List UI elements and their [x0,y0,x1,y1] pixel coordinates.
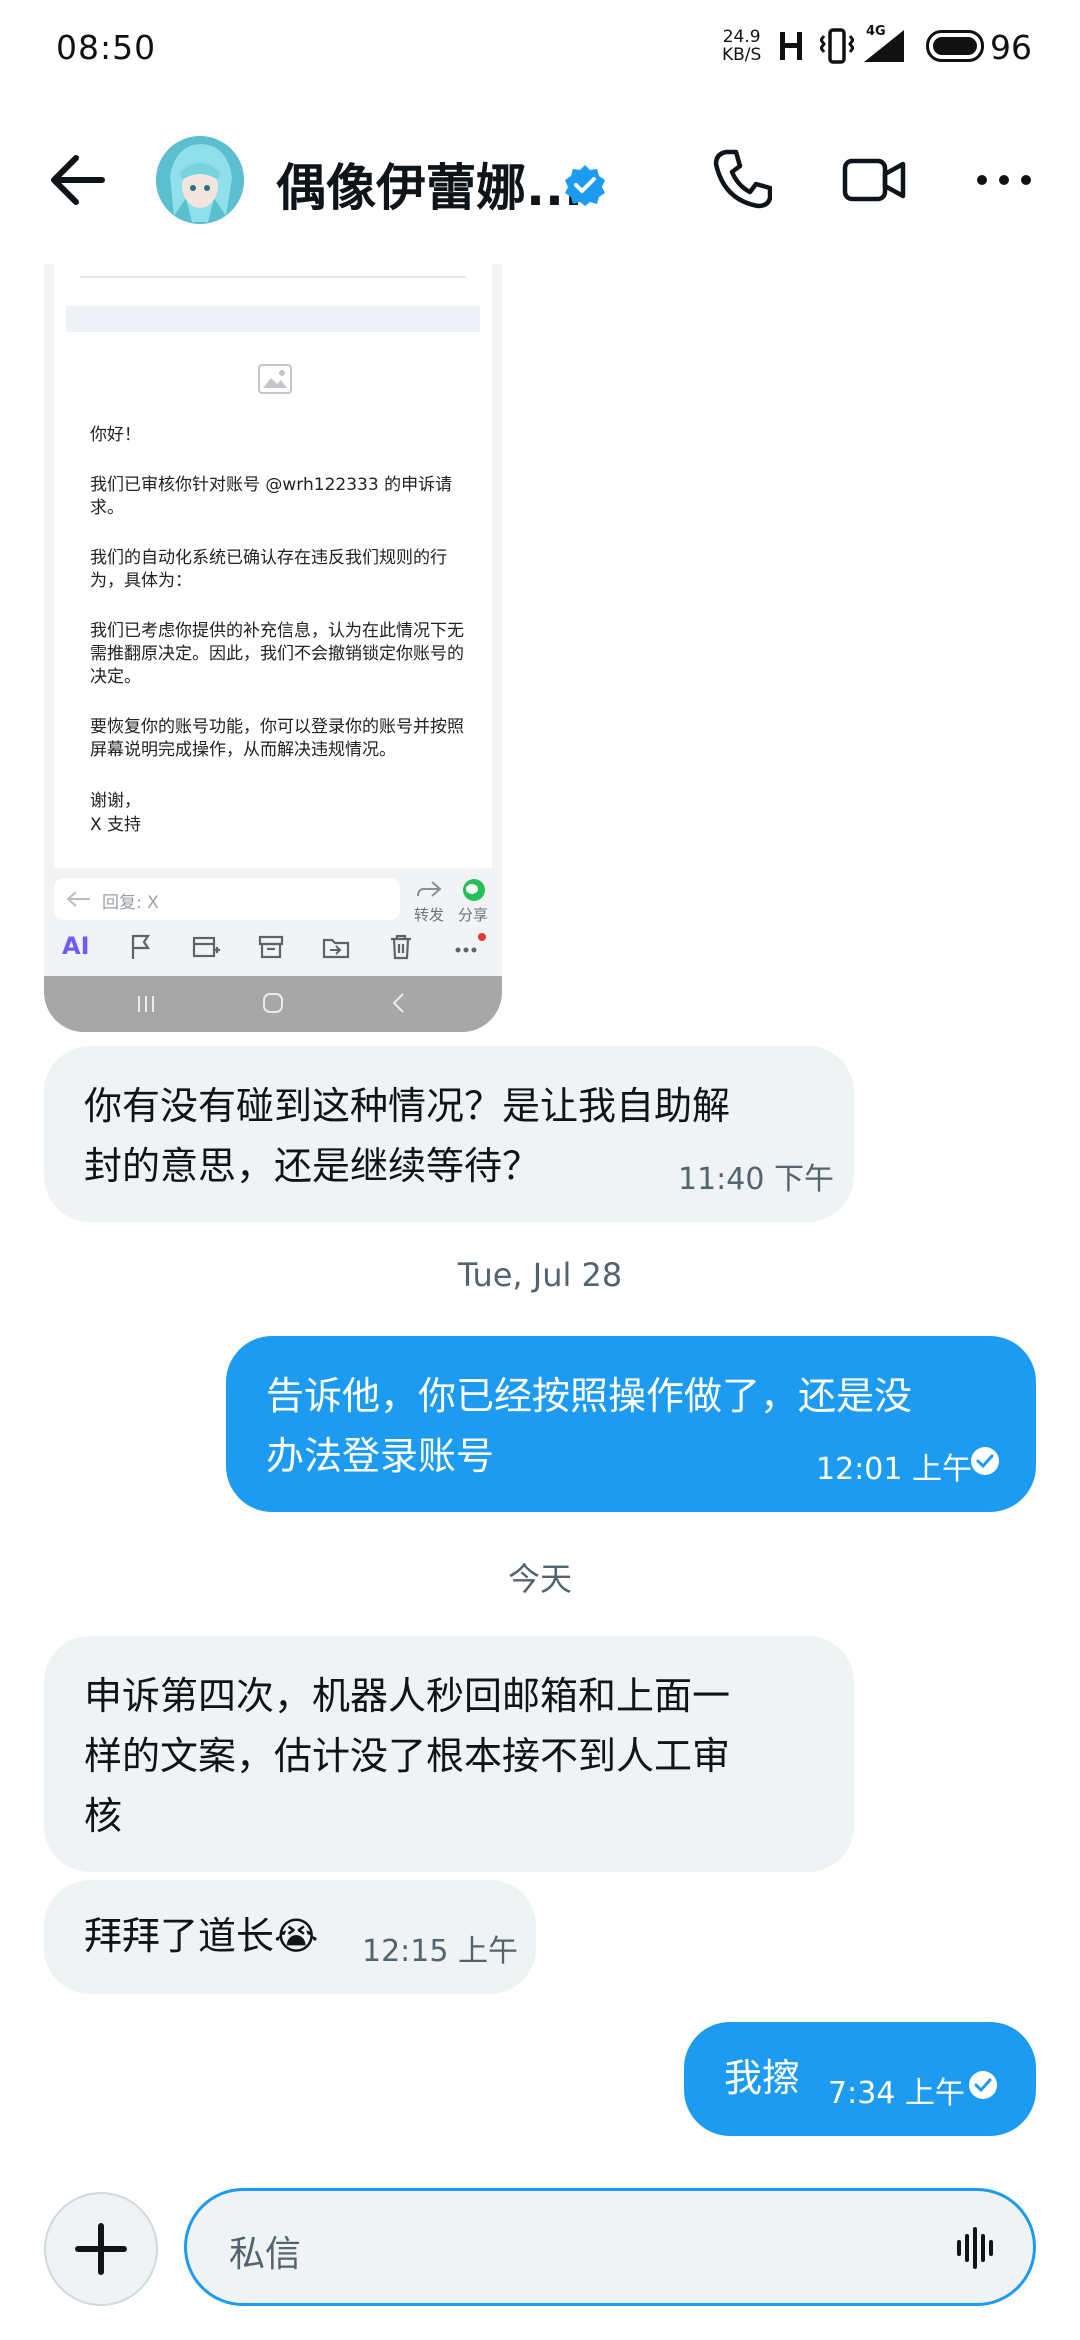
avatar-image [156,136,244,224]
message-line: 申诉第四次，机器人秒回邮箱和上面一 [84,1674,731,1718]
message-line: 你有没有碰到这种情况？是让我自助解 [84,1084,731,1128]
outgoing-message[interactable]: 我擦 7:34 上午 [684,2022,1036,2136]
date-separator: 今天 [507,1560,572,1598]
battery-icon [926,30,984,62]
message-composer[interactable]: 私信 [184,2188,1036,2306]
hd-signal-icon [780,32,802,60]
back-arrow-icon[interactable] [48,152,108,208]
message-line: 样的文案，估计没了根本接不到人工审 [84,1734,731,1778]
email-screenshot: 你好！ 我们已审核你针对账号 @wrh122333 的申诉请求。 我们的自动化系… [54,264,492,868]
phone-nav-bar [44,976,502,1032]
message-line: 封的意思，还是继续等待？ [84,1144,541,1188]
calendar-add-icon [192,936,220,958]
wechat-share-icon [463,879,485,901]
phone-icon[interactable] [712,148,772,210]
message-line: 告诉他，你已经按照操作做了，还是没 [266,1374,913,1418]
email-line: 我们已考虑你提供的补充信息，认为在此情况下无需推翻原决定。因此，我们不会撤销锁定… [90,621,464,687]
voice-message-icon[interactable] [955,2227,999,2269]
incoming-message[interactable]: 你有没有碰到这种情况？是让我自助解 封的意思，还是继续等待？ 11:40 下午 [44,1046,854,1222]
plus-icon [75,2223,127,2275]
move-to-folder-icon [322,938,350,959]
read-receipt-icon [971,1447,999,1475]
home-icon [263,993,283,1013]
more-icon [455,933,486,953]
email-signature: X 支持 [90,815,142,835]
date-separator: Tue, Jul 28 [457,1256,623,1294]
vibrate-icon [820,28,854,64]
reply-placeholder: 回复: X [102,893,159,913]
network-speed: 24.9 KB/S [722,28,761,64]
email-banner [66,306,480,332]
email-line: 我们的自动化系统已确认存在违反我们规则的行为，具体为： [90,548,447,591]
flag-icon [131,934,151,959]
archive-icon [258,935,284,959]
image-message[interactable]: 你好！ 我们已审核你针对账号 @wrh122333 的申诉请求。 我们的自动化系… [44,264,502,1032]
share-label: 分享 [458,906,489,924]
email-line: 我们已审核你针对账号 @wrh122333 的申诉请求。 [90,475,453,518]
message-line: 核 [84,1794,123,1838]
incoming-message[interactable]: 拜拜了道长😭 12:15 上午 [44,1880,536,1994]
composer-placeholder: 私信 [229,2234,302,2275]
add-attachment-button[interactable] [44,2192,158,2306]
message-timestamp: 12:15 上午 [362,1934,518,1969]
ai-label: AI [62,932,90,960]
contact-name[interactable]: 偶像伊蕾娜... [276,148,583,220]
reply-icon [66,891,90,907]
email-header-strip [80,264,466,278]
network-speed-unit: KB/S [722,45,762,65]
forward-icon [417,881,442,897]
more-options-icon[interactable] [976,168,1032,192]
status-time: 08:50 [56,28,157,67]
message-timestamp: 7:34 上午 [828,2076,965,2111]
battery-level: 96 [990,28,1032,67]
message-timestamp: 11:40 下午 [678,1162,834,1197]
contact-avatar[interactable] [156,136,244,224]
read-receipt-icon [969,2071,997,2099]
email-signoff: 谢谢， [90,791,141,811]
verified-badge-icon [565,165,605,206]
delete-icon [391,934,411,960]
cellular-signal-icon [864,30,904,62]
message-line: 拜拜了道长😭 [84,1914,319,1958]
nav-back-icon [392,993,404,1013]
video-call-icon[interactable] [842,156,906,204]
email-greeting: 你好！ [90,425,141,445]
email-line: 要恢复你的账号功能，你可以登录你的账号并按照屏幕说明完成操作，从而解决违规情况。 [90,717,464,760]
network-speed-value: 24.9 [722,27,761,47]
message-timestamp: 12:01 上午 [816,1452,972,1487]
message-line: 办法登录账号 [266,1434,495,1478]
image-placeholder-icon [258,364,292,394]
message-line: 我擦 [724,2056,801,2100]
outgoing-message[interactable]: 告诉他，你已经按照操作做了，还是没 办法登录账号 12:01 上午 [226,1336,1036,1512]
reply-field: 回复: X [54,878,400,920]
recents-icon [138,996,154,1012]
status-bar: 08:50 24.9 KB/S 4G 96 [0,0,1080,96]
forward-label: 转发 [414,906,445,924]
incoming-message[interactable]: 申诉第四次，机器人秒回邮箱和上面一 样的文案，估计没了根本接不到人工审 核 [44,1636,854,1872]
